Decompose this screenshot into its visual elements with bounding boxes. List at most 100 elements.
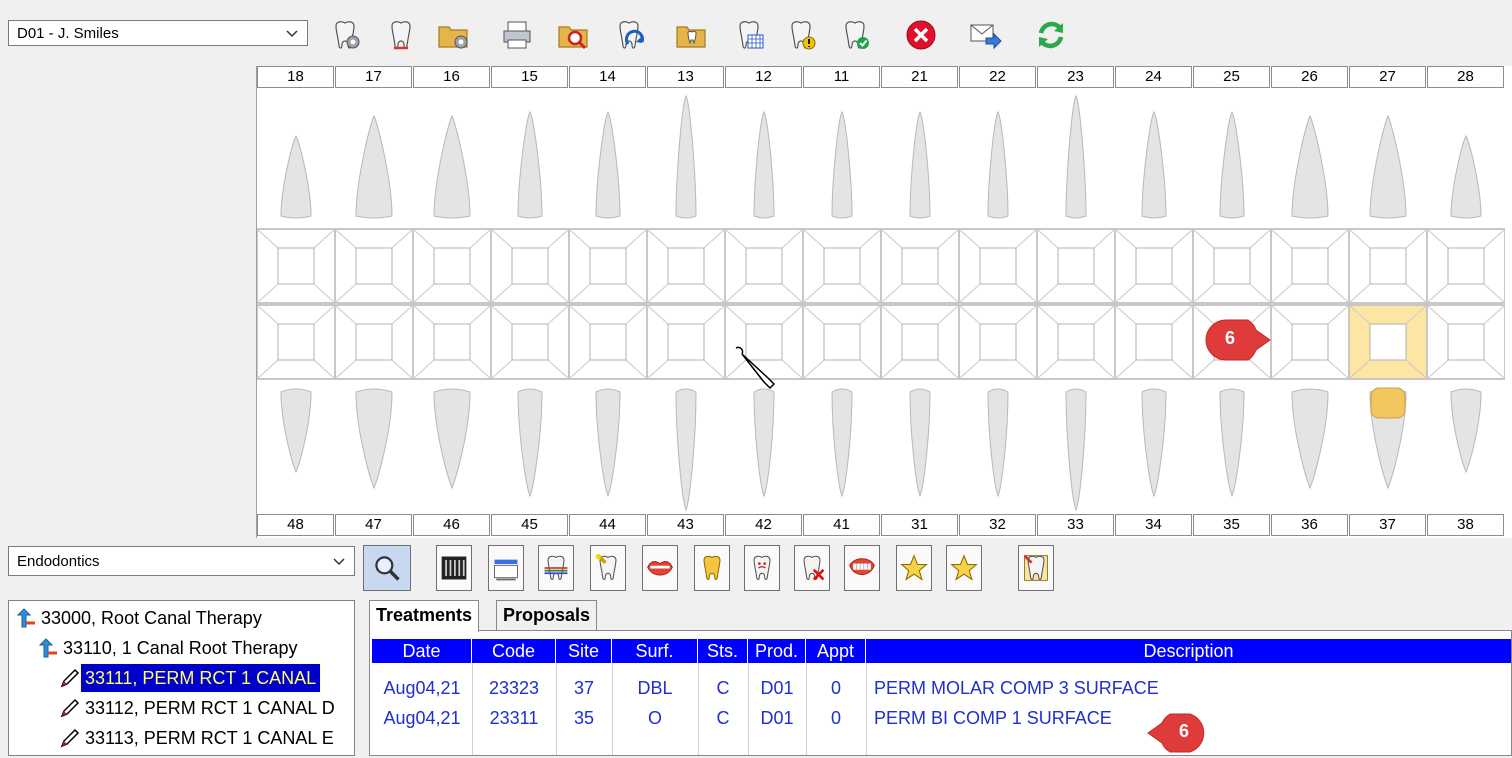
tooth-36[interactable] (1271, 382, 1349, 512)
tooth-11[interactable] (803, 92, 881, 226)
upper-tooth-25[interactable]: 25 (1193, 66, 1270, 88)
upper-tooth-23[interactable]: 23 (1037, 66, 1114, 88)
tooth-26[interactable] (1271, 92, 1349, 226)
surface-diagram-48[interactable] (257, 305, 335, 379)
upper-tooth-26[interactable]: 26 (1271, 66, 1348, 88)
tooth-41[interactable] (803, 382, 881, 512)
folder-search-button[interactable] (554, 16, 592, 54)
tooth-42[interactable] (725, 382, 803, 512)
tooth-implant-tool-button[interactable] (590, 545, 626, 591)
upper-tooth-12[interactable]: 12 (725, 66, 802, 88)
upper-tooth-28[interactable]: 28 (1427, 66, 1504, 88)
tooth-chart[interactable]: 18 17 16 15 14 13 12 11 21 22 23 24 25 26 27 28 48 47 46 4… (256, 66, 1512, 538)
table-row[interactable]: Aug04,21 23311 35 O C D01 0 PERM BI COMP 1 SURF… (372, 703, 1511, 733)
column-header-code[interactable]: Code (472, 639, 556, 663)
lower-tooth-31[interactable]: 31 (881, 514, 958, 536)
tooth-calendar-button[interactable] (730, 16, 768, 54)
column-header-site[interactable]: Site (556, 639, 612, 663)
surface-diagram-11[interactable] (803, 229, 881, 303)
lower-tooth-42[interactable]: 42 (725, 514, 802, 536)
tooth-34[interactable] (1115, 382, 1193, 512)
surface-diagram-45[interactable] (491, 305, 569, 379)
column-header-sts[interactable]: Sts. (698, 639, 748, 663)
lower-tooth-43[interactable]: 43 (647, 514, 724, 536)
tree-item[interactable]: 33111, PERM RCT 1 CANAL (59, 663, 322, 693)
xray-film-tool-button[interactable] (436, 545, 472, 591)
surface-diagram-34[interactable] (1115, 305, 1193, 379)
upper-tooth-11[interactable]: 11 (803, 66, 880, 88)
lower-tooth-37[interactable]: 37 (1349, 514, 1426, 536)
tooth-28[interactable] (1427, 92, 1505, 226)
surface-diagram-43[interactable] (647, 305, 725, 379)
surface-diagram-36[interactable] (1271, 305, 1349, 379)
tooth-21[interactable] (881, 92, 959, 226)
tooth-gear-button[interactable] (326, 16, 364, 54)
folder-tooth-button[interactable] (672, 16, 710, 54)
tooth-48[interactable] (257, 382, 335, 512)
upper-tooth-24[interactable]: 24 (1115, 66, 1192, 88)
upper-tooth-17[interactable]: 17 (335, 66, 412, 88)
column-header-description[interactable]: Description (866, 639, 1511, 663)
mail-forward-button[interactable] (966, 16, 1004, 54)
tooth-44[interactable] (569, 382, 647, 512)
star-tool-button[interactable] (896, 545, 932, 591)
tooth-14[interactable] (569, 92, 647, 226)
lower-tooth-44[interactable]: 44 (569, 514, 646, 536)
tooth-46[interactable] (413, 382, 491, 512)
column-header-prod[interactable]: Prod. (748, 639, 806, 663)
close-circle-button[interactable] (902, 16, 940, 54)
tooth-22[interactable] (959, 92, 1037, 226)
surface-diagram-38[interactable] (1427, 305, 1505, 379)
upper-tooth-14[interactable]: 14 (569, 66, 646, 88)
lower-tooth-34[interactable]: 34 (1115, 514, 1192, 536)
tooth-47[interactable] (335, 382, 413, 512)
tooth-37[interactable] (1349, 382, 1427, 512)
surface-diagram-22[interactable] (959, 229, 1037, 303)
surface-diagram-26[interactable] (1271, 229, 1349, 303)
tooth-24[interactable] (1115, 92, 1193, 226)
surface-diagram-41[interactable] (803, 305, 881, 379)
tooth-cleaning-tool-button[interactable] (488, 545, 524, 591)
tab-proposals[interactable]: Proposals (496, 600, 598, 630)
tree-item[interactable]: 33113, PERM RCT 1 CANAL E (59, 724, 338, 752)
lower-tooth-41[interactable]: 41 (803, 514, 880, 536)
upper-tooth-22[interactable]: 22 (959, 66, 1036, 88)
tooth-43[interactable] (647, 382, 725, 512)
tooth-15[interactable] (491, 92, 569, 226)
surface-diagram-16[interactable] (413, 229, 491, 303)
procedure-tree[interactable]: 33000, Root Canal Therapy 33110, 1 Canal … (8, 600, 355, 756)
treatments-grid[interactable]: Date Code Site Surf. Sts. Prod. Appt Descriptio… (369, 630, 1512, 756)
surface-diagram-15[interactable] (491, 229, 569, 303)
tooth-16[interactable] (413, 92, 491, 226)
tooth-12[interactable] (725, 92, 803, 226)
upper-tooth-15[interactable]: 15 (491, 66, 568, 88)
tree-item[interactable]: 33112, PERM RCT 1 CANAL D (59, 694, 339, 722)
tooth-38[interactable] (1427, 382, 1505, 512)
column-header-surf[interactable]: Surf. (612, 639, 698, 663)
surface-diagram-23[interactable] (1037, 229, 1115, 303)
surface-diagram-14[interactable] (569, 229, 647, 303)
surface-diagram-44[interactable] (569, 305, 647, 379)
printer-button[interactable] (498, 16, 536, 54)
search-tool-button[interactable] (363, 545, 411, 591)
tooth-refresh-button[interactable] (610, 16, 648, 54)
surface-diagram-24[interactable] (1115, 229, 1193, 303)
lips-tool-button[interactable] (642, 545, 678, 591)
surface-diagram-33[interactable] (1037, 305, 1115, 379)
lower-tooth-45[interactable]: 45 (491, 514, 568, 536)
surface-diagram-46[interactable] (413, 305, 491, 379)
lower-tooth-47[interactable]: 47 (335, 514, 412, 536)
tooth-31[interactable] (881, 382, 959, 512)
tooth-13[interactable] (647, 92, 725, 226)
tooth-23[interactable] (1037, 92, 1115, 226)
tree-item[interactable]: 33110, 1 Canal Root Therapy (37, 634, 302, 662)
surface-diagram-28[interactable] (1427, 229, 1505, 303)
column-header-appt[interactable]: Appt (806, 639, 866, 663)
tooth-45[interactable] (491, 382, 569, 512)
lower-tooth-32[interactable]: 32 (959, 514, 1036, 536)
surface-diagram-47[interactable] (335, 305, 413, 379)
surface-diagram-21[interactable] (881, 229, 959, 303)
tab-treatments[interactable]: Treatments (369, 600, 480, 632)
upper-tooth-18[interactable]: 18 (257, 66, 334, 88)
tooth-35[interactable] (1193, 382, 1271, 512)
